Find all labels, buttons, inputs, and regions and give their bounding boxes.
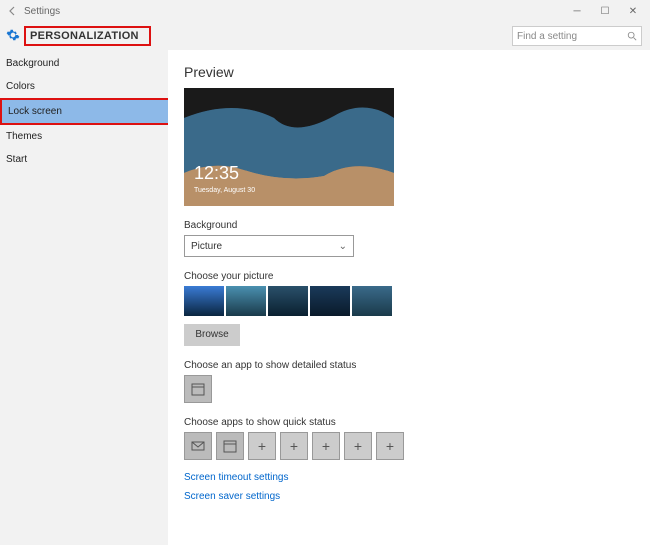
- picture-thumb[interactable]: [352, 286, 392, 316]
- sidebar-item-themes[interactable]: Themes: [0, 125, 168, 148]
- browse-button[interactable]: Browse: [184, 324, 240, 346]
- sidebar-item-colors[interactable]: Colors: [0, 75, 168, 98]
- calendar-icon: [223, 439, 237, 453]
- link-screen-timeout[interactable]: Screen timeout settings: [184, 472, 634, 483]
- main-panel: Preview 12:35 Tuesday, August 30 Backgro…: [168, 50, 650, 545]
- background-dropdown-value: Picture: [191, 241, 222, 252]
- search-input[interactable]: Find a setting: [512, 26, 642, 46]
- quick-status-slot-empty[interactable]: +: [248, 432, 276, 460]
- quick-status-slot-empty[interactable]: +: [344, 432, 372, 460]
- preview-date: Tuesday, August 30: [194, 187, 255, 194]
- picture-thumb[interactable]: [310, 286, 350, 316]
- detailed-status-slot[interactable]: [184, 375, 212, 403]
- sidebar-item-lock-screen[interactable]: Lock screen: [0, 98, 170, 125]
- sidebar: Background Colors Lock screen Themes Sta…: [0, 50, 168, 545]
- background-label: Background: [184, 220, 634, 231]
- sidebar-item-start[interactable]: Start: [0, 148, 168, 171]
- quick-status-slot[interactable]: [184, 432, 212, 460]
- chevron-down-icon: ⌄: [339, 241, 347, 252]
- background-dropdown[interactable]: Picture ⌄: [184, 235, 354, 257]
- sidebar-item-background[interactable]: Background: [0, 52, 168, 75]
- minimize-button[interactable]: ─: [570, 6, 584, 17]
- maximize-button[interactable]: ☐: [598, 6, 612, 17]
- calendar-icon: [191, 382, 205, 396]
- category-heading: PERSONALIZATION: [24, 26, 151, 46]
- quick-status-slot-empty[interactable]: +: [376, 432, 404, 460]
- picture-thumb[interactable]: [226, 286, 266, 316]
- titlebar: Settings ─ ☐ ✕: [0, 0, 650, 22]
- quick-status-label: Choose apps to show quick status: [184, 417, 634, 428]
- quick-status-slot-empty[interactable]: +: [312, 432, 340, 460]
- back-button[interactable]: [4, 2, 22, 20]
- search-placeholder: Find a setting: [517, 31, 627, 42]
- preview-clock: 12:35: [194, 163, 239, 184]
- gear-icon: [6, 28, 20, 45]
- picture-thumb[interactable]: [184, 286, 224, 316]
- window-controls: ─ ☐ ✕: [570, 6, 646, 17]
- quick-status-slot-empty[interactable]: +: [280, 432, 308, 460]
- link-screen-saver[interactable]: Screen saver settings: [184, 491, 634, 502]
- choose-picture-label: Choose your picture: [184, 271, 634, 282]
- window-title: Settings: [24, 6, 60, 17]
- preview-heading: Preview: [184, 64, 634, 80]
- close-button[interactable]: ✕: [626, 6, 640, 17]
- quick-status-slot[interactable]: [216, 432, 244, 460]
- mail-icon: [191, 439, 205, 453]
- picture-thumbnails: [184, 286, 634, 316]
- lock-screen-preview: 12:35 Tuesday, August 30: [184, 88, 394, 206]
- detailed-status-label: Choose an app to show detailed status: [184, 360, 634, 371]
- search-icon: [627, 31, 637, 41]
- header-row: PERSONALIZATION Find a setting: [0, 22, 650, 50]
- picture-thumb[interactable]: [268, 286, 308, 316]
